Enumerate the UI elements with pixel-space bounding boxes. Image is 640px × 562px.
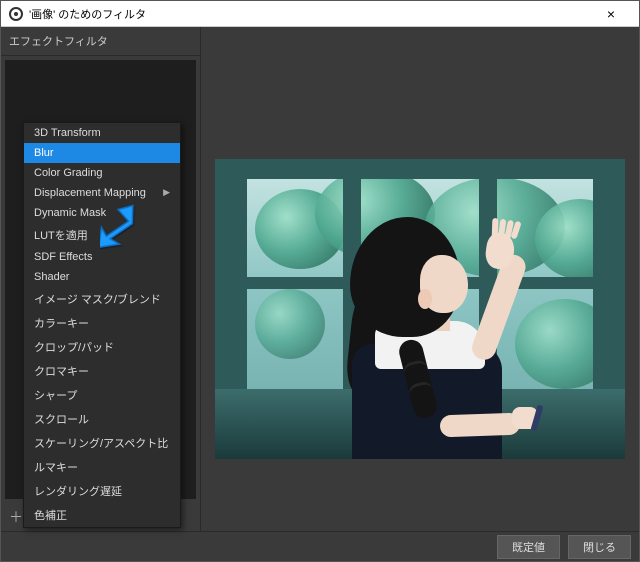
content-area: エフェクトフィルタ 3D TransformBlurColor GradingD… (1, 27, 639, 531)
submenu-arrow-icon: ▶ (163, 187, 170, 198)
sidebar-header: エフェクトフィルタ (1, 27, 200, 56)
menu-item[interactable]: 3D Transform (24, 123, 180, 143)
menu-item[interactable]: カラーキー (24, 311, 180, 335)
defaults-button[interactable]: 既定値 (497, 535, 560, 559)
menu-item[interactable]: Dynamic Mask (24, 203, 180, 223)
close-icon[interactable]: × (591, 6, 631, 22)
close-button[interactable]: 閉じる (568, 535, 631, 559)
window-title: '画像' のためのフィルタ (29, 6, 591, 22)
preview-pane (201, 27, 639, 531)
titlebar: '画像' のためのフィルタ × (1, 1, 639, 27)
menu-item[interactable]: LUTを適用 (24, 223, 180, 247)
menu-item[interactable]: スケーリング/アスペクト比 (24, 431, 180, 455)
menu-item[interactable]: クロマキー (24, 359, 180, 383)
menu-item[interactable]: Color Grading (24, 163, 180, 183)
add-filter-button[interactable]: ＋ (9, 507, 23, 527)
footer: 既定値 閉じる (1, 531, 639, 561)
sidebar: エフェクトフィルタ 3D TransformBlurColor GradingD… (1, 27, 201, 531)
menu-item[interactable]: 色補正 (24, 503, 180, 527)
menu-item[interactable]: レンダリング遅延 (24, 479, 180, 503)
menu-item[interactable]: Displacement Mapping▶ (24, 183, 180, 203)
add-filter-menu: 3D TransformBlurColor GradingDisplacemen… (23, 122, 181, 528)
menu-item[interactable]: シャープ (24, 383, 180, 407)
app-icon (9, 7, 23, 21)
menu-item[interactable]: スクロール (24, 407, 180, 431)
menu-item[interactable]: Blur (24, 143, 180, 163)
preview-image (215, 159, 625, 459)
menu-item[interactable]: SDF Effects (24, 247, 180, 267)
menu-item[interactable]: イメージ マスク/ブレンド (24, 287, 180, 311)
menu-item[interactable]: ルマキー (24, 455, 180, 479)
menu-item[interactable]: クロップ/パッド (24, 335, 180, 359)
menu-item[interactable]: Shader (24, 267, 180, 287)
